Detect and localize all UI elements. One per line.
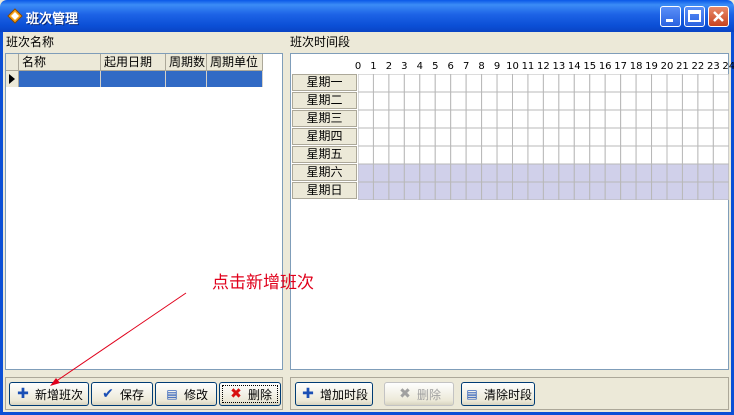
- annotation-arrow: [50, 292, 187, 386]
